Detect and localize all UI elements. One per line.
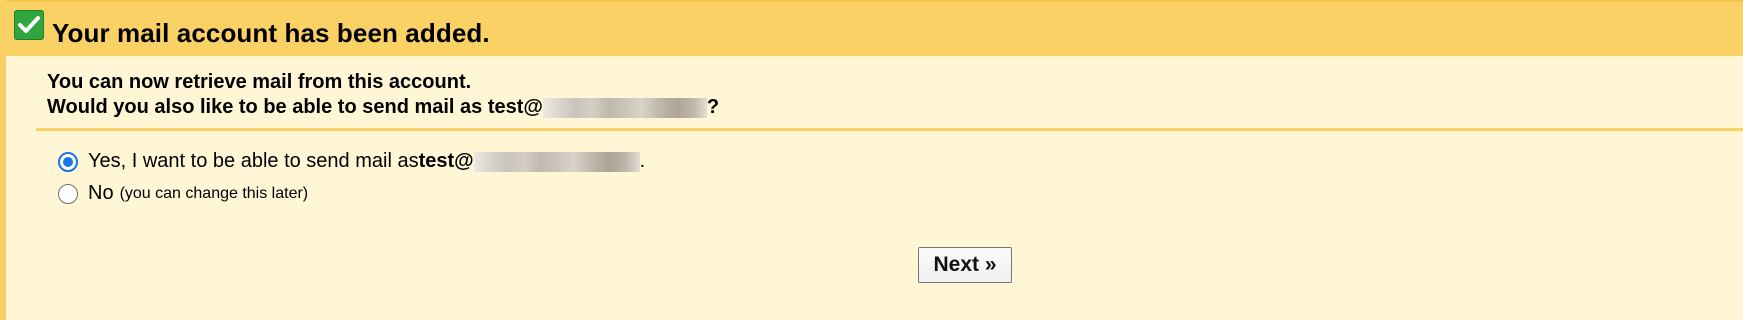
page-title: Your mail account has been added. bbox=[52, 18, 490, 48]
success-header: Your mail account has been added. bbox=[6, 0, 1743, 56]
send-as-no-option[interactable]: No (you can change this later) bbox=[58, 182, 308, 205]
send-mail-question-suffix: ? bbox=[706, 96, 720, 118]
send-as-no-radio[interactable] bbox=[58, 183, 78, 204]
next-button[interactable]: Next » bbox=[918, 247, 1012, 283]
send-as-yes-label-prefix: Yes, I want to be able to send mail as bbox=[88, 150, 419, 172]
add-mail-account-success-dialog: Your mail account has been added. You ca… bbox=[0, 0, 1743, 320]
send-mail-question: Would you also like to be able to send m… bbox=[47, 95, 719, 120]
send-as-no-label: No bbox=[88, 182, 114, 204]
account-added-message: You can now retrieve mail from this acco… bbox=[47, 70, 719, 120]
send-as-yes-option[interactable]: Yes, I want to be able to send mail as t… bbox=[58, 150, 645, 173]
send-as-yes-email-prefix: test@ bbox=[418, 150, 474, 172]
send-as-no-note: (you can change this later) bbox=[119, 184, 309, 202]
section-divider bbox=[36, 128, 1743, 131]
retrieve-mail-message: You can now retrieve mail from this acco… bbox=[47, 71, 472, 93]
redacted-email-domain bbox=[542, 97, 707, 118]
check-icon bbox=[14, 10, 44, 40]
send-as-yes-radio[interactable] bbox=[58, 151, 78, 172]
redacted-email-domain-option bbox=[473, 151, 640, 172]
send-mail-question-prefix: Would you also like to be able to send m… bbox=[47, 96, 543, 118]
send-as-yes-suffix: . bbox=[639, 150, 646, 172]
